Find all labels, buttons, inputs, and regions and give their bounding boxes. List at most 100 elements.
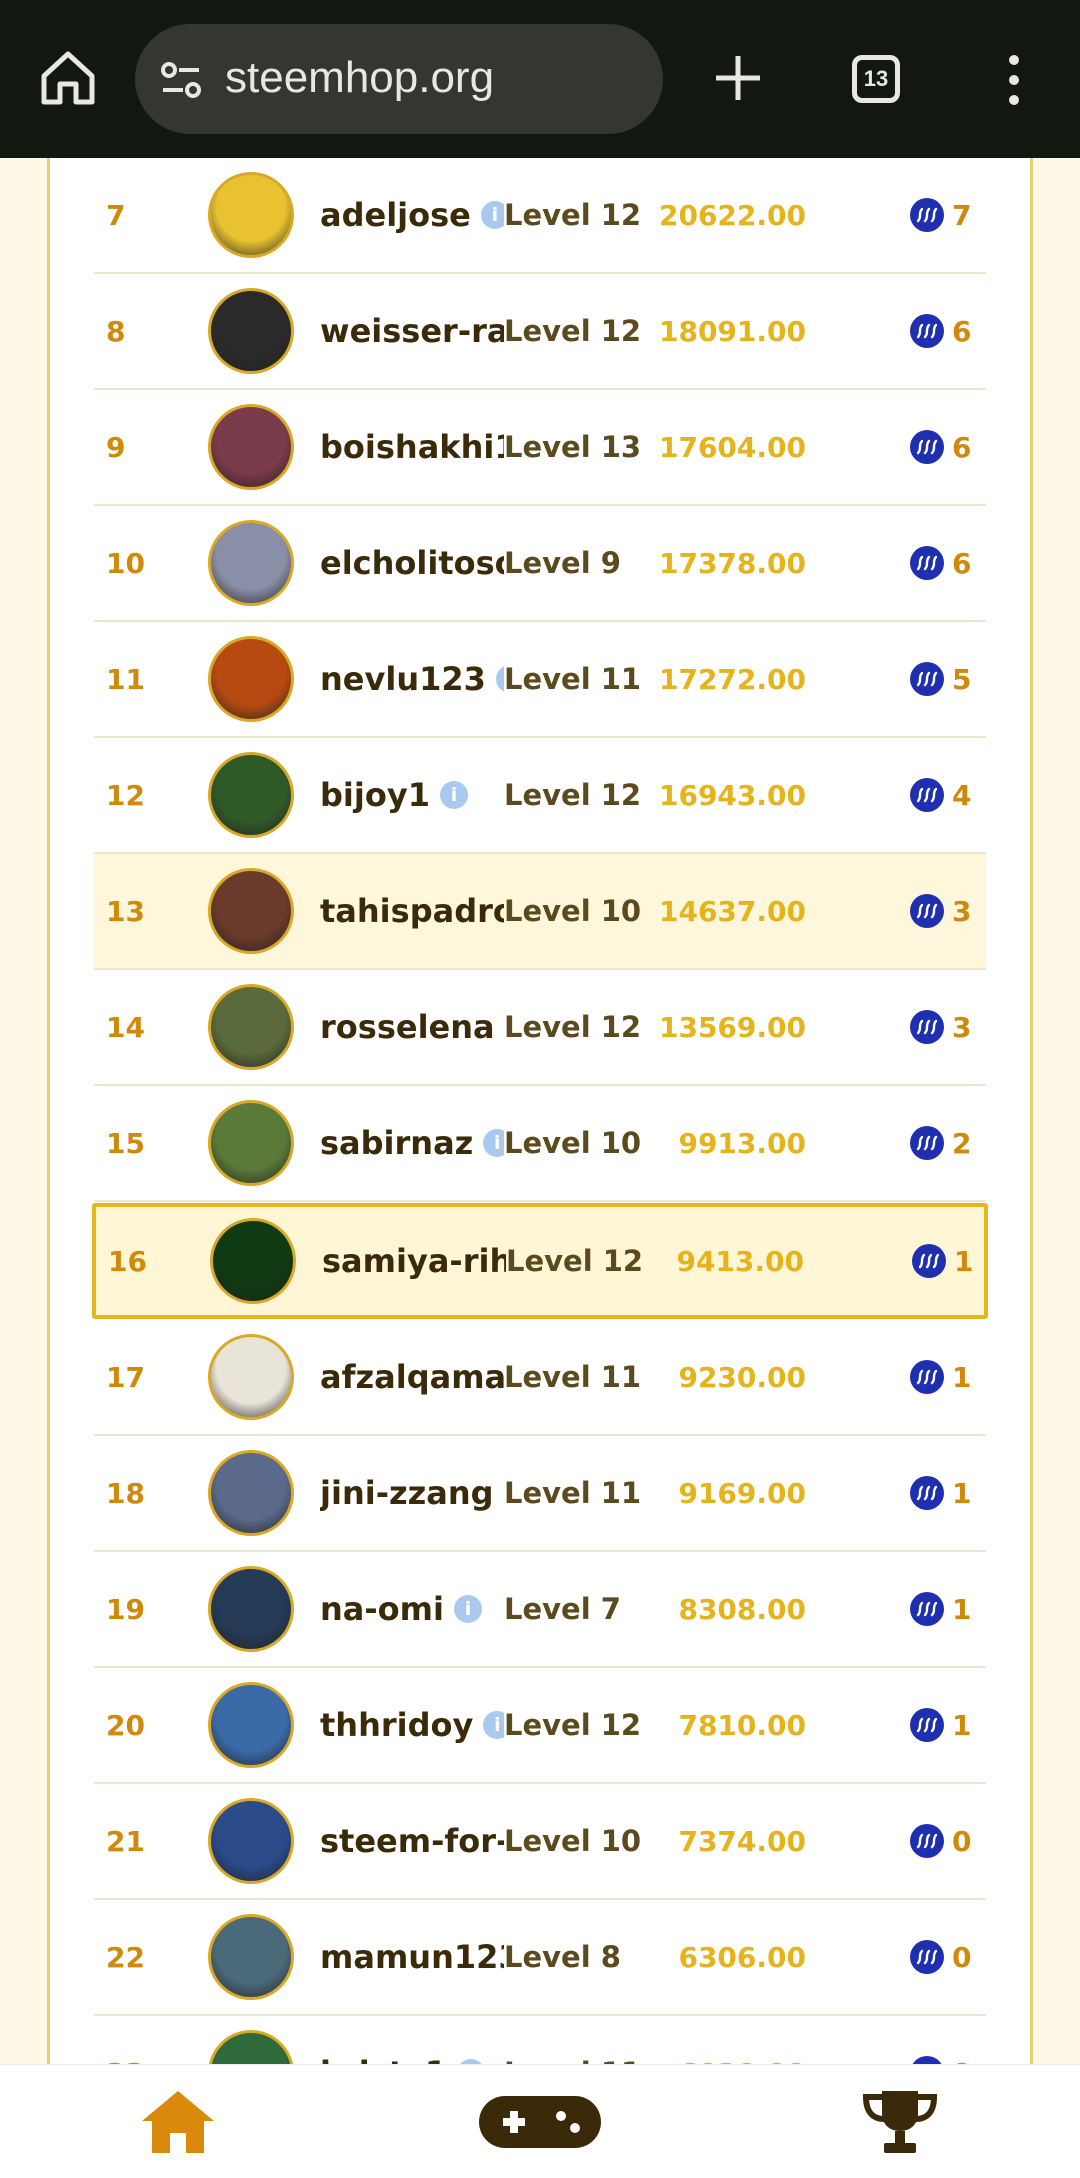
browser-toolbar: steemhop.org 13 — [0, 0, 1080, 158]
rank: 9 — [106, 430, 126, 464]
score: 17604.00 — [658, 430, 806, 464]
reward: 0 — [952, 1940, 972, 1974]
username[interactable]: boishakhi123 — [320, 390, 504, 504]
rank: 7 — [106, 198, 126, 232]
avatar[interactable] — [208, 172, 294, 258]
leaderboard-row[interactable]: 9 boishakhi123Level 13 17604.00 6 — [94, 390, 986, 506]
gamepad-icon[interactable] — [440, 2065, 640, 2178]
username[interactable]: sabirnaz i — [320, 1086, 504, 1200]
leaderboard-row[interactable]: 11 nevlu123 iLevel 11 17272.00 5 — [94, 622, 986, 738]
url-text: steemhop.org — [225, 53, 495, 102]
steem-icon — [910, 198, 944, 232]
username[interactable]: adeljose i — [320, 158, 504, 272]
trophy-icon[interactable] — [800, 2065, 1000, 2178]
steem-icon — [910, 1476, 944, 1510]
avatar[interactable] — [208, 520, 294, 606]
info-icon[interactable]: i — [453, 1595, 482, 1623]
username-text: sabirnaz — [320, 1124, 474, 1162]
username[interactable]: weisser-rabe — [320, 274, 504, 388]
reward: 5 — [952, 662, 972, 696]
avatar[interactable] — [208, 1450, 294, 1536]
avatar[interactable] — [208, 1798, 294, 1884]
avatar[interactable] — [208, 1914, 294, 2000]
rank: 13 — [106, 894, 145, 928]
leaderboard-row[interactable]: 10 elcholitosoloLevel 9 17378.00 6 — [94, 506, 986, 622]
home-icon[interactable] — [78, 2065, 278, 2178]
info-icon[interactable]: i — [439, 781, 468, 809]
info-icon[interactable]: i — [480, 201, 504, 229]
username[interactable]: steem-for- — [320, 1784, 504, 1898]
score: 9230.00 — [678, 1360, 806, 1394]
info-icon[interactable]: i — [483, 1711, 504, 1739]
reward: 6 — [952, 546, 972, 580]
reward: 2 — [952, 1126, 972, 1160]
level: Level 11 — [504, 1476, 642, 1510]
avatar[interactable] — [208, 1566, 294, 1652]
leaderboard-row[interactable]: 13 tahispadronLevel 10 14637.00 3 — [94, 854, 986, 970]
avatar[interactable] — [208, 636, 294, 722]
level: Level 9 — [504, 546, 621, 580]
reward: 6 — [952, 430, 972, 464]
username[interactable]: na-omi i — [320, 1552, 504, 1666]
leaderboard-row[interactable]: 7 adeljose i Level 12 20622.00 7 — [94, 158, 986, 274]
tab-count: 13 — [863, 66, 889, 91]
avatar[interactable] — [208, 984, 294, 1070]
steem-icon — [910, 1824, 944, 1858]
leaderboard-row[interactable]: 8 weisser-rabeLevel 12 18091.00 6 — [94, 274, 986, 390]
leaderboard-row[interactable]: 12 bijoy1 i Level 12 16943.00 4 — [94, 738, 986, 854]
username[interactable]: rosselenai — [320, 970, 504, 1084]
steem-icon — [910, 894, 944, 928]
username-text: thhridoy — [320, 1706, 474, 1744]
avatar[interactable] — [208, 752, 294, 838]
steem-icon — [910, 1126, 944, 1160]
username[interactable]: tahispadron — [320, 854, 504, 968]
leaderboard-row[interactable]: 18 jini-zzangiLevel 11 9169.00 1 — [94, 1436, 986, 1552]
leaderboard-row[interactable]: 15 sabirnaz i Level 10 9913.00 2 — [94, 1086, 986, 1202]
username[interactable]: mamun123 — [320, 1900, 504, 2014]
steem-icon — [910, 662, 944, 696]
leaderboard-row[interactable]: 20 thhridoy i Level 12 7810.00 1 — [94, 1668, 986, 1784]
avatar[interactable] — [210, 1218, 296, 1304]
avatar[interactable] — [208, 1334, 294, 1420]
level: Level 8 — [504, 1940, 621, 1974]
username[interactable]: bijoy1 i — [320, 738, 504, 852]
leaderboard-row[interactable]: 14 rosselenaiLevel 12 13569.00 3 — [94, 970, 986, 1086]
reward: 0 — [952, 1824, 972, 1858]
rank: 19 — [106, 1592, 145, 1626]
avatar[interactable] — [208, 288, 294, 374]
username[interactable]: jini-zzangi — [320, 1436, 504, 1550]
leaderboard-row[interactable]: 17 afzalqamar Level 11 9230.00 1 — [94, 1320, 986, 1436]
score: 17272.00 — [658, 662, 806, 696]
score: 9913.00 — [678, 1126, 806, 1160]
score: 6306.00 — [678, 1940, 806, 1974]
username[interactable]: samiya-rihan — [322, 1207, 506, 1315]
username[interactable]: thhridoy i — [320, 1668, 504, 1782]
leaderboard-row[interactable]: 21 steem-for- Level 10 7374.00 0 — [94, 1784, 986, 1900]
username[interactable]: elcholitosolo — [320, 506, 504, 620]
info-icon[interactable]: i — [495, 665, 504, 693]
site-settings-icon[interactable] — [157, 56, 205, 104]
avatar[interactable] — [208, 1100, 294, 1186]
home-icon[interactable] — [36, 46, 100, 110]
reward: 1 — [952, 1708, 972, 1742]
address-bar[interactable]: steemhop.org — [135, 24, 663, 134]
score: 7374.00 — [678, 1824, 806, 1858]
info-icon[interactable]: i — [483, 1129, 504, 1157]
username[interactable]: nevlu123 i — [320, 622, 504, 736]
tab-switcher-icon[interactable]: 13 — [852, 55, 900, 103]
avatar[interactable] — [208, 1682, 294, 1768]
avatar[interactable] — [208, 404, 294, 490]
menu-icon[interactable] — [996, 52, 1032, 108]
leaderboard-row[interactable]: 22 mamun123 Level 8 6306.00 0 — [94, 1900, 986, 2016]
rank: 10 — [106, 546, 145, 580]
avatar[interactable] — [208, 868, 294, 954]
steem-icon — [910, 1592, 944, 1626]
reward: 7 — [952, 198, 972, 232]
new-tab-icon[interactable] — [708, 48, 768, 108]
steem-icon — [910, 314, 944, 348]
leaderboard-row[interactable]: 19 na-omi i Level 7 8308.00 1 — [94, 1552, 986, 1668]
current-user-row[interactable]: 16 samiya-rihanLevel 12 9413.00 1 — [92, 1203, 988, 1319]
reward: 4 — [952, 778, 972, 812]
username[interactable]: afzalqamar — [320, 1320, 504, 1434]
rank: 16 — [108, 1244, 147, 1278]
